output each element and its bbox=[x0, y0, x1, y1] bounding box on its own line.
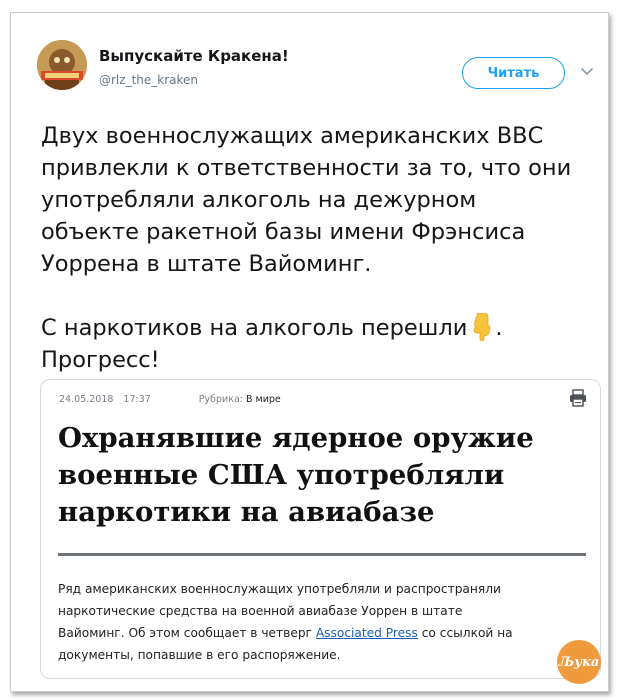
body-line: Вайоминг. Об этом сообщает в четверг Ass… bbox=[58, 622, 593, 644]
article-date: 24.05.2018 bbox=[59, 394, 114, 405]
divider bbox=[58, 553, 586, 556]
headline-line: наркотики на авиабазе bbox=[58, 496, 435, 528]
chevron-down-icon[interactable] bbox=[580, 65, 594, 79]
tweet-text-fragment: С наркотиков на алкоголь перешли bbox=[41, 315, 468, 341]
tweet-text-line: привлекли к ответственности за то, что о… bbox=[41, 155, 572, 181]
article-headline[interactable]: Охранявшие ядерное оружие военные США уп… bbox=[58, 420, 588, 531]
tweet-text-line: Уоррена в штате Вайоминг. bbox=[41, 251, 372, 277]
headline-line: военные США употребляли bbox=[58, 459, 505, 491]
tweet-text-line: Двух военнослужащих американских ВВС bbox=[41, 123, 544, 149]
article-meta: 24.05.2018 17:37 Рубрика: В мире bbox=[59, 394, 281, 405]
tweet-text-line: С наркотиков на алкоголь перешли. bbox=[41, 312, 601, 344]
print-icon[interactable] bbox=[568, 388, 588, 408]
article-time: 17:37 bbox=[123, 394, 151, 405]
pointing-down-emoji-icon bbox=[473, 313, 491, 341]
article-card[interactable]: 24.05.2018 17:37 Рубрика: В мире Охранявши… bbox=[40, 379, 601, 679]
follow-button[interactable]: Читать bbox=[462, 57, 565, 89]
article-body: Ряд американских военнослужащих употребл… bbox=[58, 578, 593, 666]
tweet-text-line: употребляли алкоголь на дежурном bbox=[41, 187, 477, 213]
rubric-label: Рубрика: bbox=[198, 394, 243, 405]
watermark-logo: Љука bbox=[557, 640, 601, 684]
body-line: документы, попавшие в его распоряжение. bbox=[58, 648, 341, 662]
tweet-text: Двух военнослужащих американских ВВС при… bbox=[41, 120, 601, 376]
author-handle[interactable]: @rlz_the_kraken bbox=[99, 73, 198, 87]
body-fragment: со ссылкой на bbox=[421, 626, 513, 640]
headline-line: Охранявшие ядерное оружие bbox=[58, 422, 534, 454]
body-fragment: Вайоминг. Об этом сообщает в четверг bbox=[58, 626, 312, 640]
rubric-value[interactable]: В мире bbox=[246, 394, 281, 405]
associated-press-link[interactable]: Associated Press bbox=[316, 626, 418, 640]
watermark-text: Љука bbox=[558, 654, 600, 670]
tweet-text-line: объекте ракетной базы имени Фрэнсиса bbox=[41, 219, 526, 245]
tweet-embed: Выпускайте Кракена! @rlz_the_kraken Чита… bbox=[10, 12, 609, 692]
avatar[interactable] bbox=[37, 40, 87, 90]
author-name[interactable]: Выпускайте Кракена! bbox=[99, 47, 289, 65]
tweet-text-fragment: . bbox=[495, 315, 503, 341]
body-line: наркотические средства на военной авиаба… bbox=[58, 604, 463, 618]
body-line: Ряд американских военнослужащих употребл… bbox=[58, 582, 501, 596]
avatar-image bbox=[37, 40, 87, 90]
tweet-text-line: Прогресс! bbox=[41, 347, 160, 373]
